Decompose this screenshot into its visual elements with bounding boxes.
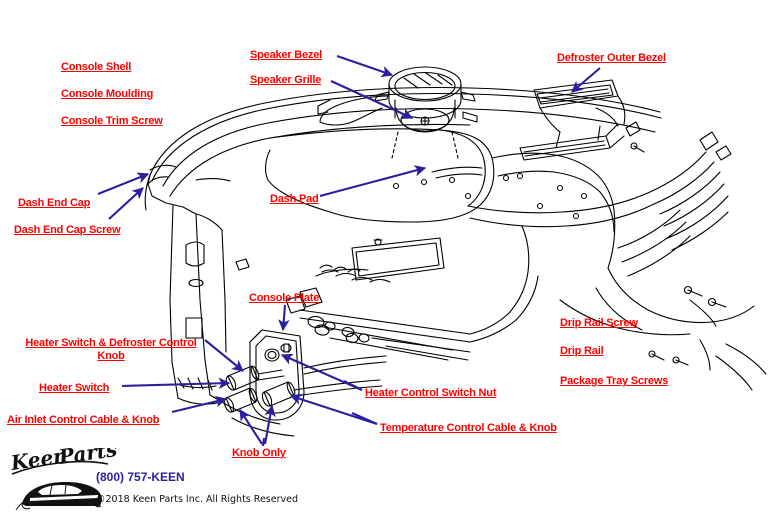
label-text: Console Trim Screw (61, 115, 163, 127)
label-knob-only: Knob Only (232, 447, 286, 460)
label-text: Defroster Outer Bezel (557, 52, 666, 64)
label-console-plate: Console Plate (249, 292, 319, 305)
label-text-line2: Knob (97, 350, 125, 362)
label-package-tray-screws: Package Tray Screws (560, 375, 668, 388)
label-text: Package Tray Screws (560, 375, 669, 387)
label-air-inlet-control-cable-knob: Air Inlet Control Cable & Knob (7, 414, 159, 427)
label-speaker-grille: Speaker Grille (250, 74, 321, 87)
label-text: Air Inlet Control Cable & Knob (7, 414, 160, 426)
label-heater-switch: Heater Switch (39, 382, 109, 395)
label-drip-rail-screw: Drip Rail Screw (560, 317, 638, 330)
label-text: Console Shell (61, 61, 132, 73)
label-temperature-control-cable-knob: Temperature Control Cable & Knob (380, 422, 557, 435)
label-console-moulding: Console Moulding (61, 88, 153, 101)
label-text: Temperature Control Cable & Knob (380, 422, 557, 434)
diagram-canvas: Console Shell Console Moulding Console T… (0, 0, 770, 518)
label-console-shell: Console Shell (61, 61, 131, 74)
label-text: Knob Only (232, 447, 286, 459)
label-dash-end-cap-screw: Dash End Cap Screw (14, 224, 121, 237)
label-dash-pad: Dash Pad (270, 193, 319, 206)
label-text: Drip Rail (560, 345, 604, 357)
label-text: Dash End Cap Screw (14, 224, 121, 236)
label-dash-end-cap: Dash End Cap (18, 197, 90, 210)
label-text: Heater Control Switch Nut (365, 387, 497, 399)
label-text: Console Plate (249, 292, 320, 304)
phone-number: (800) 757-KEEN (96, 470, 185, 484)
svg-text:Parts: Parts (56, 448, 118, 469)
label-speaker-bezel: Speaker Bezel (250, 49, 322, 62)
label-text: Console Moulding (61, 88, 154, 100)
label-text: Dash Pad (270, 193, 319, 205)
label-heater-control-switch-nut: Heater Control Switch Nut (365, 387, 496, 400)
label-text: Speaker Grille (250, 74, 322, 86)
dashboard-line-art (144, 66, 767, 437)
label-console-trim-screw: Console Trim Screw (61, 115, 163, 128)
label-text: Speaker Bezel (250, 49, 322, 61)
label-text-line1: Heater Switch & Defroster Control (25, 337, 197, 349)
label-text: Heater Switch (39, 382, 110, 394)
label-text: Dash End Cap (18, 197, 91, 209)
label-text: Drip Rail Screw (560, 317, 638, 329)
label-defroster-outer-bezel: Defroster Outer Bezel (557, 52, 666, 65)
label-heater-switch-defroster-control-knob: Heater Switch & Defroster Control Knob (8, 337, 214, 363)
copyright-notice: ©2018 Keen Parts Inc. All Rights Reserve… (96, 494, 298, 505)
label-drip-rail: Drip Rail (560, 345, 604, 358)
